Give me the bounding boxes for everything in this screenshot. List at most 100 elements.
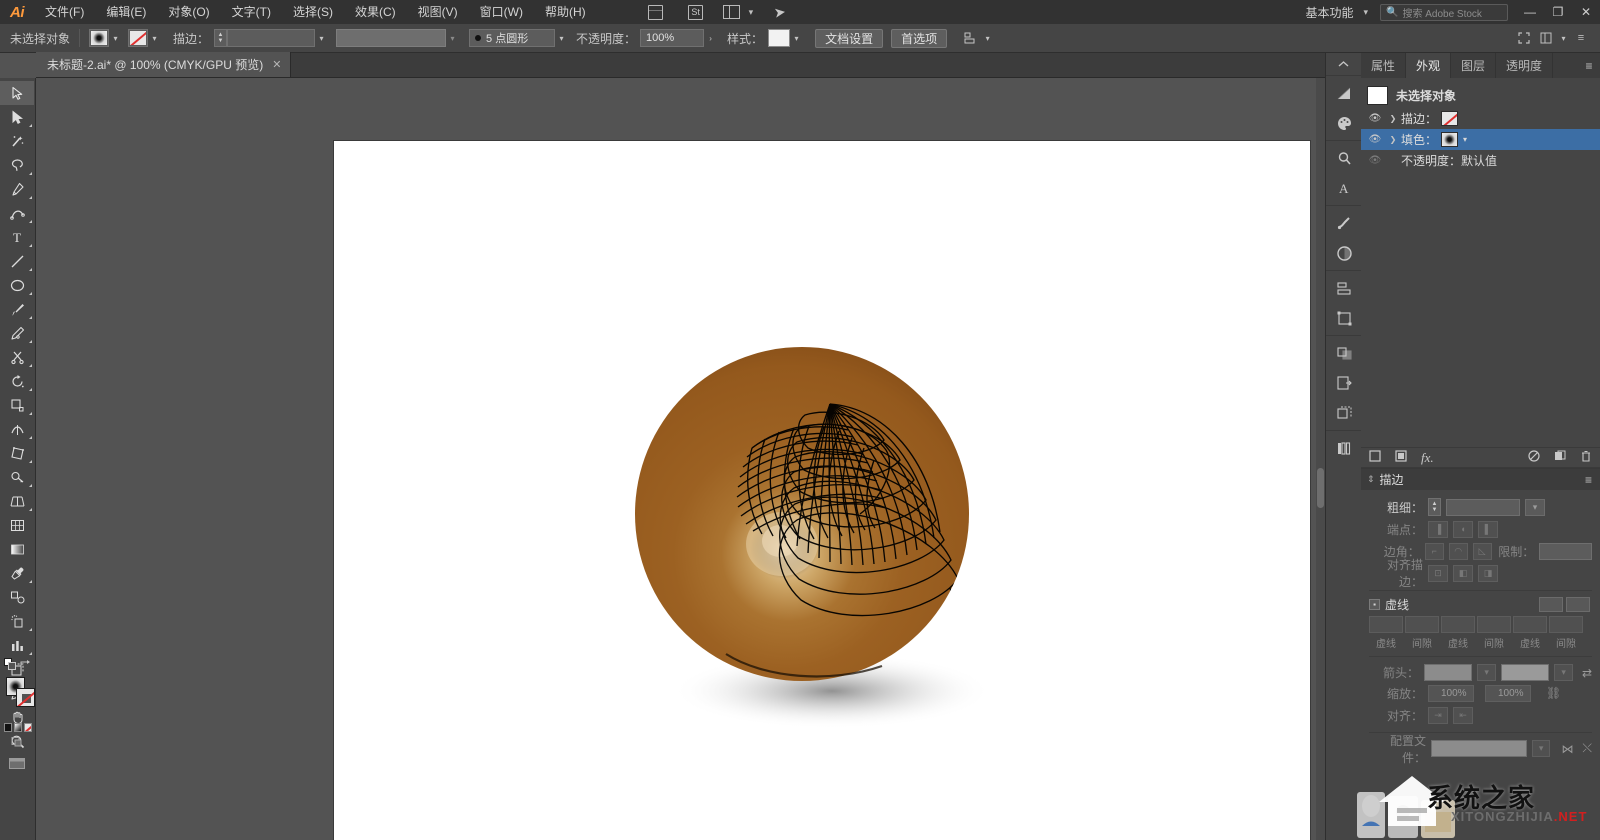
document-setup-button[interactable]: 文档设置: [815, 29, 883, 48]
tab-layers[interactable]: 图层: [1451, 53, 1496, 78]
canvas-vertical-scrollbar[interactable]: [1316, 78, 1325, 840]
stock-icon[interactable]: St: [683, 0, 709, 24]
projecting-cap-icon[interactable]: ▌: [1478, 521, 1498, 538]
scrollbar-thumb[interactable]: [1317, 468, 1324, 508]
menu-effect[interactable]: 效果(C): [344, 0, 407, 24]
magic-wand-tool[interactable]: [0, 129, 34, 153]
fullscreen-icon[interactable]: [1513, 28, 1535, 48]
symbols-panel-icon[interactable]: [1326, 238, 1362, 268]
stroke-weight-stepper[interactable]: ▲▼: [1428, 498, 1441, 516]
appearance-fill-chevron-down-icon[interactable]: ▾: [1458, 135, 1472, 144]
appearance-row-stroke[interactable]: 👁 ❯ 描边：: [1361, 108, 1600, 129]
stroke-profile-input[interactable]: [336, 29, 446, 47]
workspace-switcher-label[interactable]: 基本功能: [1295, 4, 1359, 21]
fill-chevron-down-icon[interactable]: ▾: [109, 29, 122, 47]
dash-preserve-exact-icon[interactable]: [1539, 597, 1563, 612]
menu-file[interactable]: 文件(F): [34, 0, 95, 24]
stroke-weight-stepper[interactable]: ▲▼: [214, 29, 227, 47]
menu-select[interactable]: 选择(S): [282, 0, 344, 24]
arrow-scale-end-input[interactable]: 100%: [1485, 685, 1531, 702]
artboards-panel-icon[interactable]: [1326, 398, 1362, 428]
appearance-opacity-label[interactable]: 不透明度：默认值: [1401, 152, 1497, 169]
add-new-fill-icon[interactable]: [1395, 450, 1407, 465]
stroke-panel-menu-icon[interactable]: ≡: [1585, 473, 1600, 487]
gap-input-2[interactable]: [1477, 616, 1511, 633]
extend-arrow-beyond-end-icon[interactable]: ⇥: [1428, 707, 1448, 724]
character-panel-icon[interactable]: [1326, 143, 1362, 173]
search-input[interactable]: 🔍 搜索 Adobe Stock: [1380, 4, 1508, 21]
document-tab-close-icon[interactable]: ✕: [272, 58, 281, 71]
default-fill-stroke-icon[interactable]: [4, 658, 17, 674]
preferences-button[interactable]: 首选项: [891, 29, 947, 48]
appearance-target-row[interactable]: 未选择对象: [1361, 82, 1600, 108]
menu-help[interactable]: 帮助(H): [534, 0, 597, 24]
visibility-eye-off-icon[interactable]: 👁: [1365, 155, 1385, 166]
rotate-tool[interactable]: [0, 369, 34, 393]
expand-chevron-right-icon[interactable]: ❯: [1385, 114, 1401, 123]
round-join-icon[interactable]: ◠: [1449, 543, 1468, 560]
type-tool[interactable]: T: [0, 225, 34, 249]
stroke-weight-input[interactable]: [1446, 499, 1520, 516]
stroke-profile-select[interactable]: [1431, 740, 1527, 757]
color-mode-button[interactable]: [4, 723, 12, 732]
miter-limit-input[interactable]: [1539, 543, 1592, 560]
arrange-chevron-down-icon[interactable]: ▾: [745, 7, 758, 18]
align-icon[interactable]: [959, 28, 981, 48]
arrow-scale-start-input[interactable]: 100%: [1428, 685, 1474, 702]
stroke-weight-chevron-down-icon[interactable]: ▾: [315, 29, 328, 47]
tab-appearance[interactable]: 外观: [1406, 53, 1451, 78]
fill-color-swatch[interactable]: [89, 29, 109, 47]
menu-type[interactable]: 文字(T): [221, 0, 282, 24]
bevel-join-icon[interactable]: ◺: [1473, 543, 1492, 560]
link-scale-icon[interactable]: ⛓: [1546, 686, 1561, 700]
appearance-stroke-swatch[interactable]: [1441, 111, 1458, 126]
panel-layout-icon[interactable]: [1535, 28, 1557, 48]
transform-panel-icon[interactable]: [1326, 303, 1362, 333]
shape-builder-tool[interactable]: [0, 465, 34, 489]
gap-input-3[interactable]: [1549, 616, 1583, 633]
brush-chevron-down-icon[interactable]: ▾: [555, 29, 568, 47]
stroke-chevron-down-icon[interactable]: ▾: [148, 29, 161, 47]
libraries-panel-icon[interactable]: [1326, 433, 1362, 463]
dash-input-2[interactable]: [1441, 616, 1475, 633]
opacity-chevron-right-icon[interactable]: ›: [704, 29, 717, 47]
brush-definition-select[interactable]: 5 点圆形: [469, 29, 555, 47]
arrange-documents-icon[interactable]: [719, 0, 745, 24]
menu-window[interactable]: 窗口(W): [469, 0, 534, 24]
appearance-row-fill[interactable]: 👁 ❯ 填色： ▾: [1361, 129, 1600, 150]
stroke-color-swatch[interactable]: [128, 29, 148, 47]
align-stroke-center-icon[interactable]: ⊡: [1428, 565, 1448, 582]
control-bar-chevron-down-icon[interactable]: ▾: [1557, 29, 1570, 47]
stroke-profile-chevron-down-icon[interactable]: ▾: [1532, 740, 1551, 757]
flip-profile-along-icon[interactable]: ⤬: [1582, 741, 1592, 756]
mesh-tool[interactable]: [0, 513, 34, 537]
tab-properties[interactable]: 属性: [1361, 53, 1406, 78]
style-chevron-down-icon[interactable]: ▾: [790, 29, 803, 47]
stroke-weight-input[interactable]: [227, 29, 315, 47]
opacity-input[interactable]: 100%: [640, 29, 704, 47]
dash-input-3[interactable]: [1513, 616, 1547, 633]
restore-button[interactable]: ❐: [1544, 0, 1572, 24]
butt-cap-icon[interactable]: ▐: [1428, 521, 1448, 538]
line-segment-tool[interactable]: [0, 249, 34, 273]
dash-adjust-corners-icon[interactable]: [1566, 597, 1590, 612]
workspace-chevron-down-icon[interactable]: ▾: [1359, 7, 1372, 18]
swap-fill-stroke-icon[interactable]: [19, 659, 32, 674]
appearance-row-opacity[interactable]: 👁 不透明度：默认值: [1361, 150, 1600, 171]
column-graph-tool[interactable]: [0, 633, 34, 657]
arrowhead-start-select[interactable]: [1424, 664, 1472, 681]
pen-tool[interactable]: [0, 177, 34, 201]
miter-join-icon[interactable]: ⌐: [1425, 543, 1444, 560]
collapse-panels-icon[interactable]: [1326, 53, 1361, 75]
add-new-stroke-icon[interactable]: [1369, 450, 1381, 465]
artboard[interactable]: [334, 141, 1310, 840]
eyedropper-tool[interactable]: [0, 561, 34, 585]
selection-tool[interactable]: [0, 81, 34, 105]
arrowhead-end-chevron-down-icon[interactable]: ▾: [1554, 664, 1573, 681]
stroke-panel-grip-icon[interactable]: ⇕: [1367, 474, 1375, 485]
dashed-line-checkbox[interactable]: ▪: [1369, 599, 1380, 610]
menu-view[interactable]: 视图(V): [407, 0, 469, 24]
color-guide-icon[interactable]: [1326, 108, 1362, 138]
close-button[interactable]: ✕: [1572, 0, 1600, 24]
menu-edit[interactable]: 编辑(E): [95, 0, 157, 24]
